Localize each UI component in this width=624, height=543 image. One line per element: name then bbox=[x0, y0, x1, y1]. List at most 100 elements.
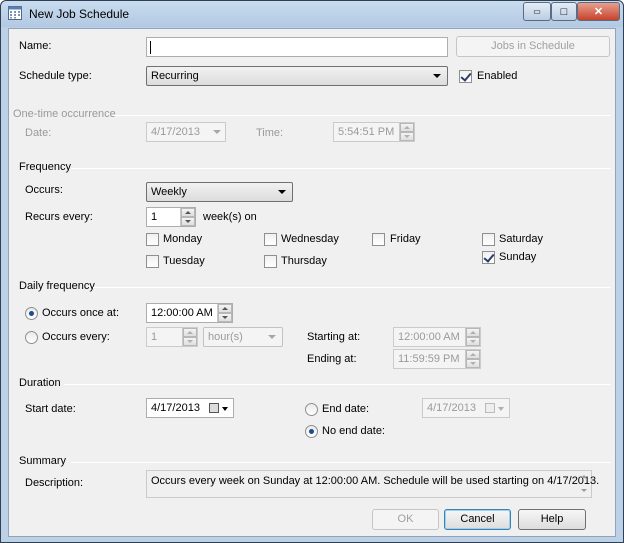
wednesday-label: Wednesday bbox=[281, 233, 339, 245]
end-date-radio[interactable] bbox=[305, 403, 318, 416]
close-button[interactable]: ✕ bbox=[577, 2, 620, 21]
monday-label: Monday bbox=[163, 233, 203, 245]
starting-at-spinner[interactable] bbox=[465, 328, 480, 346]
tuesday-label: Tuesday bbox=[163, 255, 205, 267]
recurs-every-input[interactable]: 1 bbox=[146, 207, 196, 227]
one-time-time-label: Time: bbox=[256, 127, 284, 139]
description-label: Description: bbox=[25, 477, 84, 489]
recurs-every-value: 1 bbox=[151, 211, 158, 223]
time-spinner[interactable] bbox=[399, 123, 414, 141]
recurs-spinner[interactable] bbox=[180, 208, 195, 226]
friday-checkbox[interactable] bbox=[372, 233, 385, 246]
occurs-every-value: 1 bbox=[151, 331, 158, 343]
end-date-label: End date: bbox=[322, 403, 370, 415]
monday-checkbox[interactable] bbox=[146, 233, 159, 246]
spin-up-icon bbox=[400, 123, 414, 132]
starting-at-label: Starting at: bbox=[307, 331, 361, 343]
frequency-section-header: Frequency bbox=[19, 161, 71, 173]
schedule-type-dropdown[interactable]: Recurring bbox=[146, 66, 448, 86]
one-time-date-picker[interactable]: 4/17/2013 bbox=[146, 122, 226, 142]
ending-at-input[interactable]: 11:59:59 PM bbox=[393, 349, 481, 369]
calendar-icon[interactable] bbox=[209, 403, 219, 413]
spin-up-icon bbox=[218, 304, 232, 313]
maximize-icon: □ bbox=[560, 5, 568, 18]
start-date-picker[interactable]: 4/17/2013 bbox=[146, 398, 234, 418]
chevron-down-icon bbox=[268, 335, 276, 339]
occurs-every-unit-dropdown[interactable]: hour(s) bbox=[203, 327, 283, 347]
sunday-label: Sunday bbox=[499, 251, 537, 263]
close-icon: ✕ bbox=[593, 6, 604, 18]
dialog-window: New Job Schedule ▭ □ ✕ Name: Jobs in Sch… bbox=[0, 0, 624, 543]
window-title: New Job Schedule bbox=[29, 7, 130, 21]
occurs-once-radio[interactable] bbox=[25, 307, 38, 320]
section-divider bbox=[71, 462, 611, 463]
occurs-once-time-input[interactable]: 12:00:00 AM bbox=[146, 303, 233, 323]
schedule-type-value: Recurring bbox=[151, 70, 199, 82]
occurs-once-label: Occurs once at: bbox=[42, 307, 120, 319]
section-divider bbox=[64, 384, 611, 385]
no-end-date-label: No end date: bbox=[322, 425, 385, 437]
thursday-label: Thursday bbox=[281, 255, 327, 267]
starting-at-input[interactable]: 12:00:00 AM bbox=[393, 327, 481, 347]
chevron-down-icon bbox=[278, 190, 286, 194]
tuesday-checkbox[interactable] bbox=[146, 255, 159, 268]
schedule-type-label: Schedule type: bbox=[19, 70, 92, 82]
sunday-checkbox[interactable] bbox=[482, 251, 495, 264]
occurs-once-spinner[interactable] bbox=[217, 304, 232, 322]
wednesday-checkbox[interactable] bbox=[264, 233, 277, 246]
name-input[interactable] bbox=[146, 37, 448, 57]
thursday-checkbox[interactable] bbox=[264, 255, 277, 268]
ending-at-label: Ending at: bbox=[307, 353, 357, 365]
recurs-unit-label: week(s) on bbox=[203, 211, 257, 223]
section-divider bbox=[71, 168, 611, 169]
title-bar[interactable]: New Job Schedule ▭ □ ✕ bbox=[1, 1, 623, 27]
one-time-date-label: Date: bbox=[25, 127, 52, 139]
minimize-icon: ▭ bbox=[533, 7, 541, 16]
ending-at-spinner[interactable] bbox=[465, 350, 480, 368]
starting-at-value: 12:00:00 AM bbox=[398, 331, 460, 343]
spin-down-icon bbox=[218, 313, 232, 322]
maximize-button[interactable]: □ bbox=[551, 2, 577, 21]
one-time-section-header: One-time occurrence bbox=[13, 108, 116, 120]
spin-down-icon bbox=[466, 359, 480, 368]
start-date-label: Start date: bbox=[25, 403, 76, 415]
enabled-label: Enabled bbox=[477, 70, 518, 82]
occurs-label: Occurs: bbox=[25, 184, 63, 196]
name-label: Name: bbox=[19, 40, 52, 52]
no-end-date-radio[interactable] bbox=[305, 425, 318, 438]
chevron-down-icon bbox=[222, 407, 228, 411]
end-date-picker[interactable]: 4/17/2013 bbox=[422, 398, 510, 418]
description-scrollbar[interactable] bbox=[579, 472, 590, 496]
saturday-checkbox[interactable] bbox=[482, 233, 495, 246]
calendar-icon[interactable] bbox=[485, 403, 495, 413]
occurs-every-radio[interactable] bbox=[25, 331, 38, 344]
spin-up-icon bbox=[181, 208, 195, 217]
one-time-time-value: 5:54:51 PM bbox=[338, 126, 395, 138]
scroll-down-icon[interactable] bbox=[581, 489, 587, 492]
section-divider bbox=[93, 287, 611, 288]
minimize-button[interactable]: ▭ bbox=[523, 2, 551, 21]
one-time-time-input[interactable]: 5:54:51 PM bbox=[333, 122, 415, 142]
ending-at-value: 11:59:59 PM bbox=[398, 353, 460, 365]
chevron-down-icon bbox=[213, 130, 221, 134]
daily-frequency-section-header: Daily frequency bbox=[19, 280, 95, 292]
occurs-every-input[interactable]: 1 bbox=[146, 327, 198, 347]
description-box: Occurs every week on Sunday at 12:00:00 … bbox=[146, 470, 599, 498]
occurs-dropdown[interactable]: Weekly bbox=[146, 182, 293, 202]
help-button[interactable]: Help bbox=[518, 509, 586, 530]
jobs-in-schedule-button[interactable]: Jobs in Schedule bbox=[456, 36, 610, 57]
occurs-every-unit-value: hour(s) bbox=[208, 331, 243, 343]
occurs-once-time-value: 12:00:00 AM bbox=[151, 307, 213, 319]
dialog-body: Name: Jobs in Schedule Schedule type: Re… bbox=[8, 28, 616, 537]
section-divider bbox=[113, 115, 611, 116]
end-date-value: 4/17/2013 bbox=[427, 402, 476, 414]
spin-down-icon bbox=[400, 132, 414, 141]
one-time-date-value: 4/17/2013 bbox=[151, 126, 200, 138]
start-date-value: 4/17/2013 bbox=[151, 402, 200, 414]
occurs-every-spinner[interactable] bbox=[182, 328, 197, 346]
text-caret bbox=[150, 41, 151, 54]
cancel-button[interactable]: Cancel bbox=[444, 509, 511, 530]
enabled-checkbox[interactable] bbox=[459, 70, 472, 83]
scroll-up-icon[interactable] bbox=[581, 475, 587, 478]
ok-button[interactable]: OK bbox=[372, 509, 439, 530]
